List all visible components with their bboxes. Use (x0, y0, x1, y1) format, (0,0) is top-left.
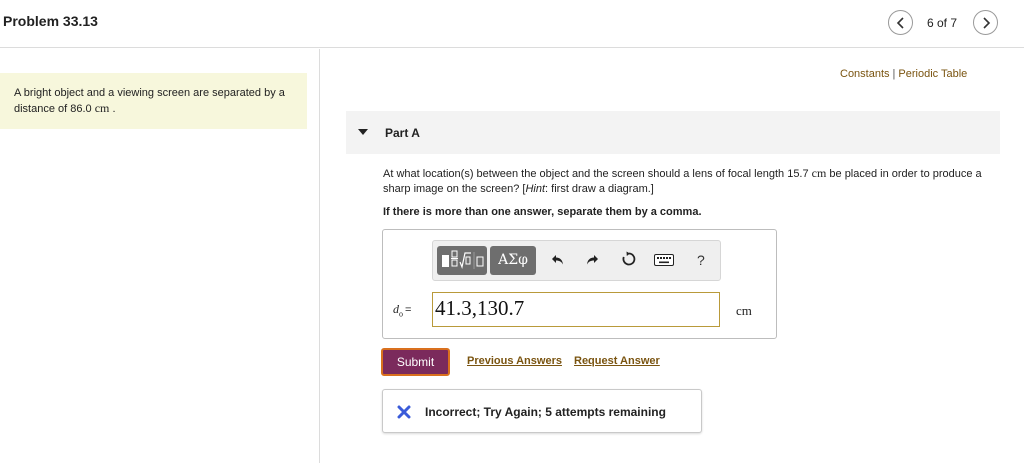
close-x-icon (397, 405, 411, 419)
caret-down-icon[interactable] (358, 129, 368, 136)
question-unit: cm (811, 166, 827, 180)
links-separator: | (892, 68, 896, 80)
question-part-1: At what location(s) between the object a… (383, 168, 812, 180)
previous-answers-link[interactable]: Previous Answers (467, 355, 562, 367)
hint-label: Hint (525, 183, 546, 195)
intro-unit: cm (94, 101, 110, 115)
periodic-table-link[interactable]: Periodic Table (898, 68, 967, 80)
greek-symbols-button[interactable]: ΑΣφ (490, 246, 536, 275)
answer-unit: cm (736, 303, 752, 318)
feedback-box: Incorrect; Try Again; 5 attempts remaini… (382, 389, 702, 433)
math-templates-button[interactable] (437, 246, 487, 275)
math-templates-icon (442, 250, 484, 270)
submit-button[interactable]: Submit (381, 348, 450, 376)
chevron-right-icon (983, 17, 991, 29)
reference-links: Constants | Periodic Table (840, 68, 967, 80)
problem-intro: A bright object and a viewing screen are… (0, 73, 307, 129)
redo-icon[interactable] (585, 252, 599, 266)
answer-input[interactable]: 41.3,130.7 (432, 292, 720, 327)
page-counter: 6 of 7 (927, 16, 958, 30)
previous-problem-button[interactable] (888, 10, 913, 35)
column-divider (319, 49, 320, 463)
next-problem-button[interactable] (973, 10, 998, 35)
intro-text: A bright object and a viewing screen are… (14, 87, 285, 115)
chevron-left-icon (896, 17, 904, 29)
keyboard-icon[interactable] (654, 254, 674, 266)
request-answer-link[interactable]: Request Answer (574, 355, 660, 367)
question-text: At what location(s) between the object a… (383, 166, 1003, 197)
answer-instruction: If there is more than one answer, separa… (383, 206, 702, 218)
feedback-text: Incorrect; Try Again; 5 attempts remaini… (425, 405, 666, 419)
undo-icon[interactable] (551, 252, 565, 266)
intro-text-end: . (109, 103, 116, 115)
equals-sign: = (405, 304, 412, 316)
math-toolbar: ΑΣφ ? (432, 240, 721, 281)
variable-subscript: o (399, 309, 403, 319)
part-title: Part A (385, 126, 420, 140)
problem-title: Problem 33.13 (3, 13, 98, 29)
part-a-header[interactable]: Part A (346, 111, 1000, 154)
answer-variable-label: do = (393, 302, 411, 318)
help-button[interactable]: ? (697, 252, 705, 268)
answer-panel: ΑΣφ ? do = 41.3,130.7 cm (382, 229, 777, 339)
constants-link[interactable]: Constants (840, 68, 890, 80)
reset-icon[interactable] (621, 251, 637, 267)
header-bar: Problem 33.13 6 of 7 (0, 0, 1024, 48)
hint-text: : first draw a diagram.] (545, 183, 654, 195)
